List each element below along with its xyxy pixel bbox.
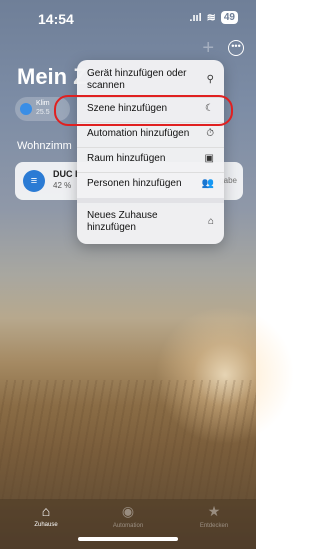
device-value: 42 % (53, 181, 72, 190)
menu-item-add-people[interactable]: Personen hinzufügen 👥 (77, 173, 224, 195)
add-menu: Gerät hinzufügen oder scannen ⚲ Szene hi… (77, 60, 224, 244)
menu-item-new-home[interactable]: Neues Zuhause hinzufügen ⌂ (77, 205, 224, 239)
menu-item-label: Gerät hinzufügen oder scannen (87, 68, 187, 91)
tab-label: Automation (112, 523, 144, 529)
menu-item-add-automation[interactable]: Automation hinzufügen ⏱ (77, 123, 224, 145)
tab-discover[interactable]: ★ Entdecken (184, 503, 244, 529)
home-icon: ⌂ (207, 216, 214, 227)
status-icons: .ııl ≋ 49 (189, 11, 238, 24)
add-icon[interactable]: + (202, 38, 214, 58)
menu-item-label: Raum hinzufügen (87, 153, 166, 164)
more-options-icon[interactable]: ••• (228, 40, 244, 56)
group-divider (77, 198, 224, 203)
highlight-ring (54, 95, 233, 126)
menu-item-label: Personen hinzufügen (87, 178, 182, 189)
home-tab-icon: ⌂ (41, 503, 51, 519)
chip-label: Klim (36, 100, 50, 107)
wifi-icon: ≋ (206, 12, 216, 24)
bulb-icon: ⚲ (206, 74, 214, 85)
automation-tab-icon: ◉ (121, 503, 135, 519)
status-bar: 14:54 .ııl ≋ 49 (0, 0, 256, 40)
people-icon: 👥 (201, 178, 214, 189)
tab-home[interactable]: ⌂ Zuhause (16, 503, 76, 528)
chip-value: 25.5 (36, 109, 50, 116)
tab-bar: ⌂ Zuhause ◉ Automation ★ Entdecken (0, 499, 256, 549)
signal-icon: .ııl (189, 11, 202, 24)
room-icon: ▣ (204, 153, 214, 164)
device-name: DUC I (53, 169, 78, 179)
menu-item-label: Automation hinzufügen (87, 128, 190, 139)
tab-label: Zuhause (34, 522, 58, 528)
header-actions: + ••• (202, 38, 244, 58)
device-icon: ≡ (23, 170, 45, 192)
menu-item-label: Neues Zuhause hinzufügen (87, 210, 158, 233)
menu-item-add-device[interactable]: Gerät hinzufügen oder scannen ⚲ (77, 67, 224, 93)
tab-automation[interactable]: ◉ Automation (98, 503, 158, 529)
menu-item-add-room[interactable]: Raum hinzufügen ▣ (77, 148, 224, 170)
battery-icon: 49 (220, 11, 238, 24)
automation-icon: ⏱ (206, 128, 214, 139)
home-indicator (78, 537, 178, 541)
tab-label: Entdecken (199, 523, 229, 529)
status-time: 14:54 (38, 11, 74, 27)
star-icon: ★ (207, 503, 221, 519)
climate-icon (20, 103, 32, 115)
section-title: Wohnzimm (17, 140, 72, 152)
field-texture (0, 380, 256, 500)
